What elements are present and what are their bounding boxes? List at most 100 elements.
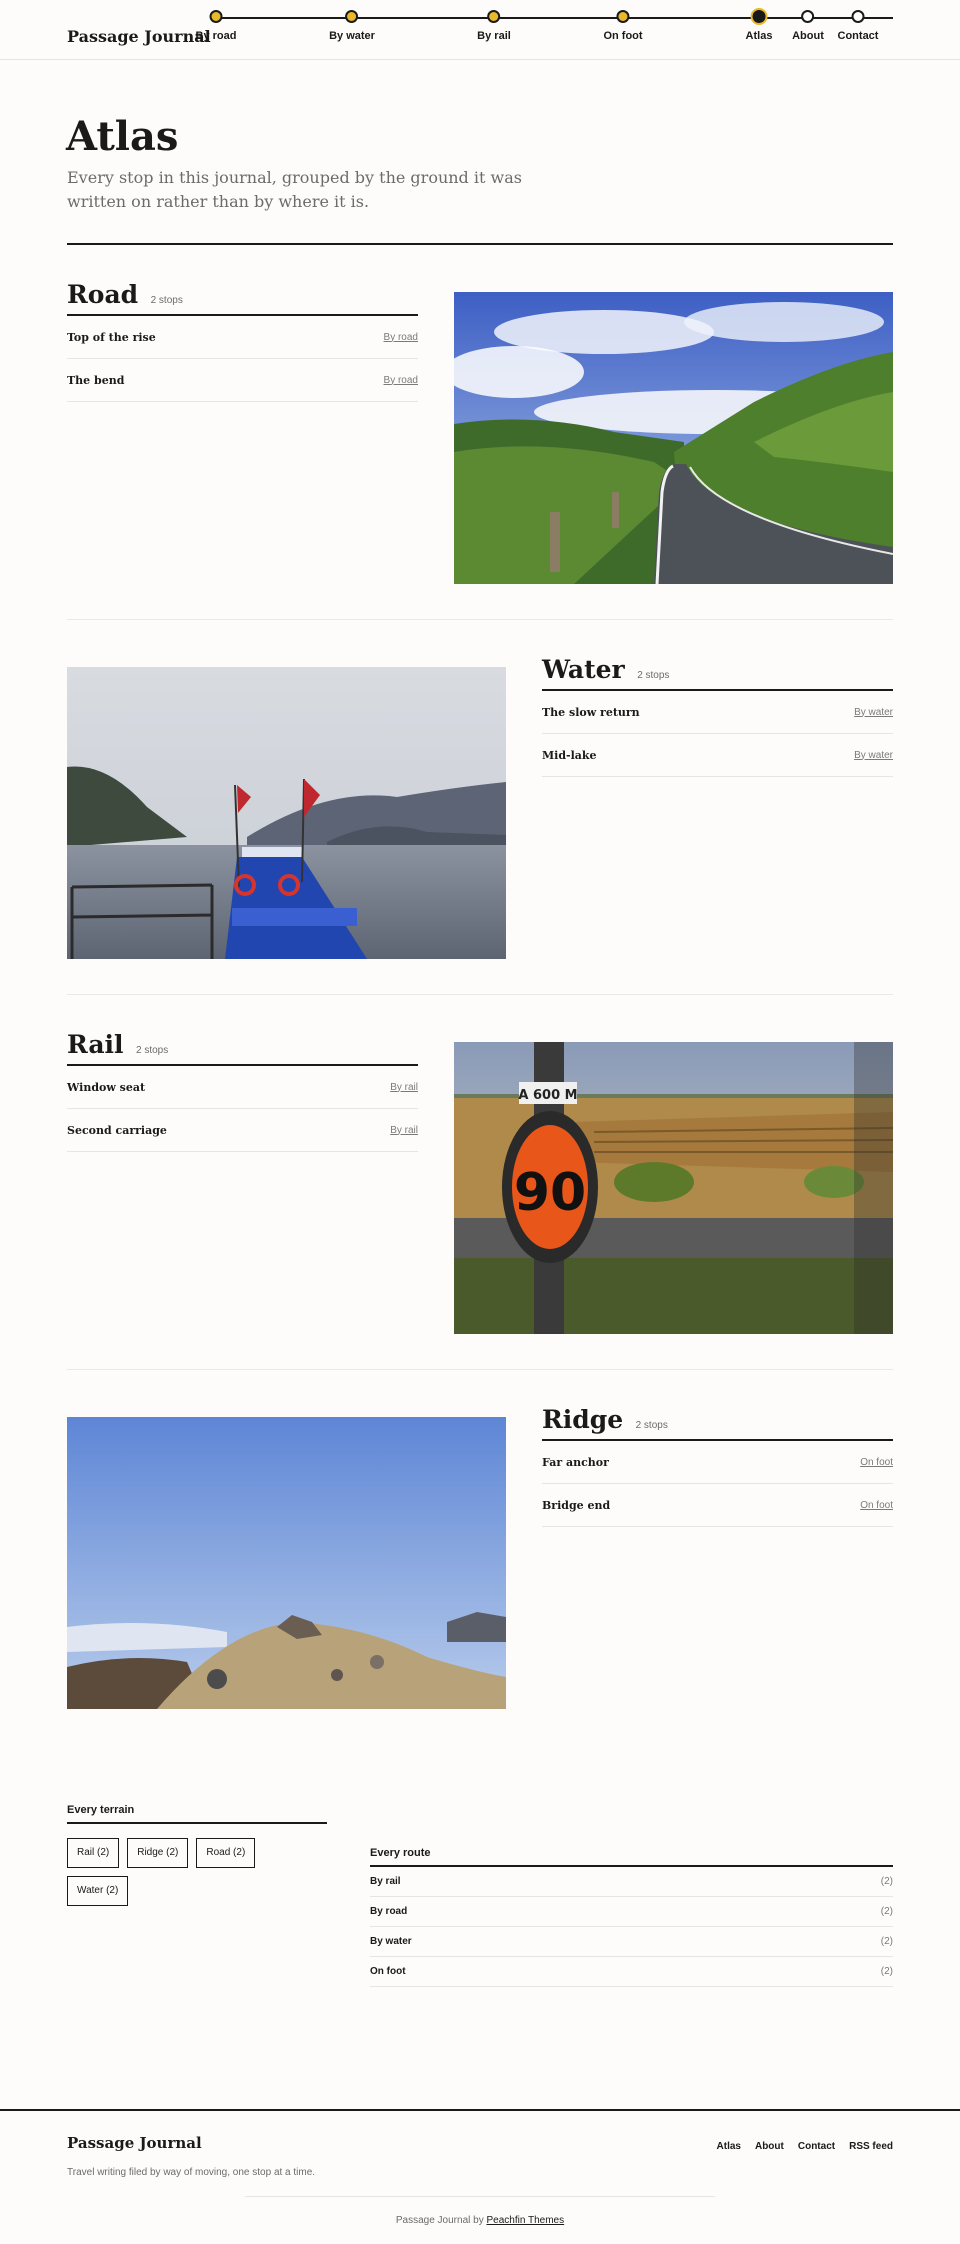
credit-prefix: Passage Journal by	[395, 2215, 484, 2226]
stop-route-link[interactable]: By water	[854, 707, 893, 718]
route-row[interactable]: By water (2)	[370, 1927, 893, 1957]
terrain-list: Rail 2 stops Window seat By rail Second …	[67, 1030, 418, 1152]
stop-item: Far anchor On foot	[542, 1441, 893, 1484]
intro-divider	[67, 243, 893, 245]
nav-item-atlas[interactable]: Atlas	[745, 10, 773, 42]
terrain-photo-water[interactable]	[67, 667, 506, 959]
terrain-photo-road[interactable]	[454, 292, 893, 584]
stop-route-link[interactable]: By rail	[390, 1082, 418, 1093]
stop-title[interactable]: The slow return	[542, 706, 640, 719]
credit-link[interactable]: Peachfin Themes	[486, 2215, 564, 2226]
terrain-name[interactable]: Road	[67, 280, 138, 310]
terrain-tag[interactable]: Road (2)	[196, 1838, 256, 1868]
route-count: (2)	[880, 1906, 893, 1917]
stop-title[interactable]: Mid-lake	[542, 749, 597, 762]
lake-boat-image	[67, 667, 506, 959]
footer-link-contact[interactable]: Contact	[798, 2141, 835, 2152]
terrain-heading: Road 2 stops	[67, 280, 418, 316]
terrain-heading: Ridge 2 stops	[542, 1405, 893, 1441]
nav-item-contact[interactable]: Contact	[837, 10, 879, 42]
footer-brand[interactable]: Passage Journal	[67, 2134, 202, 2152]
stop-title[interactable]: Far anchor	[542, 1456, 609, 1469]
nav-item-by-road[interactable]: By road	[196, 10, 236, 42]
footer-divider	[245, 2196, 715, 2197]
terrain-tag[interactable]: Rail (2)	[67, 1838, 120, 1868]
terrain-section-ridge: Ridge 2 stops Far anchor On foot Bridge …	[67, 1405, 893, 1709]
rail-window-sign-image: A 600 M 90	[454, 1042, 893, 1334]
stop-route-link[interactable]: On foot	[860, 1500, 893, 1511]
stop-route-link[interactable]: By water	[854, 750, 893, 761]
every-terrain-widget: Every terrain Rail (2) Ridge (2) Road (2…	[67, 1804, 327, 1906]
stop-item: Second carriage By rail	[67, 1109, 418, 1152]
terrain-photo-rail[interactable]: A 600 M 90	[454, 1042, 893, 1334]
section-divider	[67, 1369, 893, 1370]
footer-nav: Atlas About Contact RSS feed	[717, 2141, 893, 2152]
nav-item-about[interactable]: About	[792, 10, 824, 42]
terrain-tag[interactable]: Ridge (2)	[127, 1838, 189, 1868]
route-name: By rail	[370, 1876, 401, 1887]
nav-dot-icon	[209, 10, 223, 23]
terrain-section-road: Road 2 stops Top of the rise By road The…	[67, 280, 893, 584]
page-subtitle: Every stop in this journal, grouped by t…	[67, 168, 522, 211]
route-row[interactable]: On foot (2)	[370, 1957, 893, 1987]
road-landscape-image	[454, 292, 893, 584]
route-count: (2)	[880, 1936, 893, 1947]
terrain-name[interactable]: Water	[542, 655, 625, 685]
nav-dot-icon	[801, 10, 815, 23]
stop-title[interactable]: The bend	[67, 374, 124, 387]
terrain-heading: Rail 2 stops	[67, 1030, 418, 1066]
route-row[interactable]: By rail (2)	[370, 1867, 893, 1897]
nav-label: Contact	[837, 30, 879, 42]
stop-title[interactable]: Second carriage	[67, 1124, 167, 1137]
stop-title[interactable]: Bridge end	[542, 1499, 610, 1512]
stop-item: The slow return By water	[542, 691, 893, 734]
stop-item: Window seat By rail	[67, 1066, 418, 1109]
terrain-heading: Water 2 stops	[542, 655, 893, 691]
terrain-list: Road 2 stops Top of the rise By road The…	[67, 280, 418, 402]
route-name: On foot	[370, 1966, 406, 1977]
footer-tagline: Travel writing filed by way of moving, o…	[67, 2167, 316, 2178]
nav-label: On foot	[603, 30, 643, 42]
site-footer: Passage Journal Travel writing filed by …	[0, 2109, 960, 2244]
nav-item-by-water[interactable]: By water	[329, 10, 375, 42]
site-header: Passage Journal By road By water By rail…	[0, 0, 960, 60]
nav-label: By water	[329, 30, 375, 42]
route-name: By water	[370, 1936, 412, 1947]
footer-credit: Passage Journal by Peachfin Themes	[0, 2215, 960, 2226]
terrain-photo-ridge[interactable]	[67, 1417, 506, 1709]
terrain-list: Ridge 2 stops Far anchor On foot Bridge …	[542, 1405, 893, 1527]
nav-dot-icon	[345, 10, 359, 23]
terrain-name[interactable]: Rail	[67, 1030, 124, 1060]
sign-speed-text: 90	[514, 1163, 586, 1223]
terrain-section-rail: Rail 2 stops Window seat By rail Second …	[67, 1030, 893, 1334]
page-title: Atlas	[66, 113, 179, 160]
stop-route-link[interactable]: On foot	[860, 1457, 893, 1468]
site-brand[interactable]: Passage Journal	[67, 27, 211, 46]
nav-dot-current-icon	[752, 10, 766, 23]
footer-link-rss[interactable]: RSS feed	[849, 2141, 893, 2152]
stop-route-link[interactable]: By road	[384, 375, 418, 386]
nav-item-by-rail[interactable]: By rail	[477, 10, 511, 42]
widget-title: Every route	[370, 1847, 893, 1867]
stop-title[interactable]: Top of the rise	[67, 331, 156, 344]
nav-item-on-foot[interactable]: On foot	[603, 10, 643, 42]
terrain-tag[interactable]: Water (2)	[67, 1876, 129, 1906]
section-divider	[67, 994, 893, 995]
terrain-count: 2 stops	[150, 295, 183, 306]
terrain-list: Water 2 stops The slow return By water M…	[542, 655, 893, 777]
nav-label: Atlas	[745, 30, 773, 42]
section-divider	[67, 619, 893, 620]
terrain-section-water: Water 2 stops The slow return By water M…	[67, 655, 893, 959]
stop-item: Bridge end On foot	[542, 1484, 893, 1527]
ridge-summit-image	[67, 1417, 506, 1709]
sign-distance-text: A 600 M	[518, 1088, 577, 1103]
terrain-name[interactable]: Ridge	[542, 1405, 623, 1435]
route-count: (2)	[880, 1966, 893, 1977]
stop-title[interactable]: Window seat	[67, 1081, 145, 1094]
stop-item: Top of the rise By road	[67, 316, 418, 359]
footer-link-about[interactable]: About	[755, 2141, 784, 2152]
stop-route-link[interactable]: By road	[384, 332, 418, 343]
route-row[interactable]: By road (2)	[370, 1897, 893, 1927]
footer-link-atlas[interactable]: Atlas	[717, 2141, 741, 2152]
stop-route-link[interactable]: By rail	[390, 1125, 418, 1136]
